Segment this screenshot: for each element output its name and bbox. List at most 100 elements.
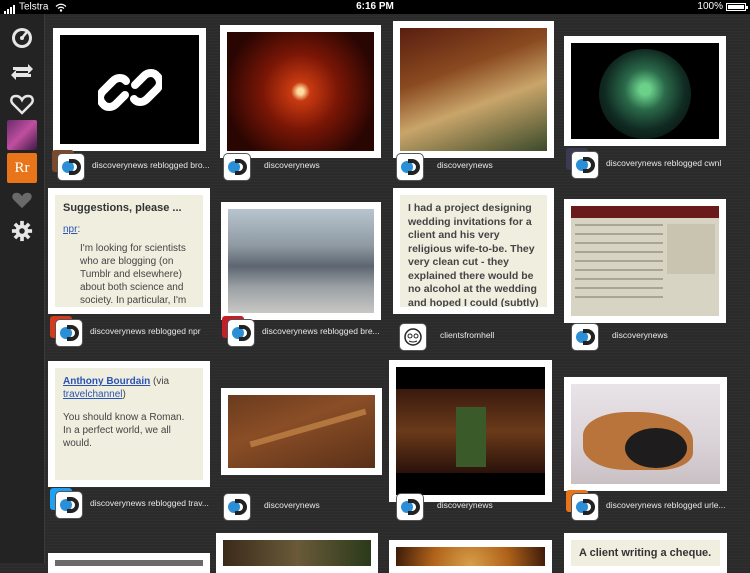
discovery-logo-icon (572, 494, 598, 520)
reblog-button[interactable] (8, 58, 36, 86)
post-meta-text: discoverynews reblogged trav... (90, 498, 209, 508)
post-photo[interactable] (221, 202, 381, 320)
post-source: npr: (63, 223, 195, 236)
attribution-end: ) (122, 389, 126, 400)
post-body: Suggestions, please ... npr: I'm looking… (55, 195, 203, 307)
post-meta[interactable]: discoverynews (224, 150, 320, 180)
avatar-stack (222, 316, 256, 346)
settings-button[interactable] (8, 217, 36, 245)
clientsfromhell-avatar-icon (400, 324, 426, 350)
post-image (571, 43, 719, 139)
post-image (60, 35, 199, 144)
post-text[interactable]: A client writing a cheque. (564, 533, 727, 573)
post-meta[interactable]: discoverynews (572, 320, 668, 350)
post-title: A client writing a cheque. (579, 547, 712, 559)
post-text[interactable]: I had a project designing wedding invita… (393, 188, 554, 314)
dashboard-icon (12, 28, 32, 48)
attribution-text: (via (150, 376, 170, 387)
post-image (396, 547, 545, 566)
avatar-stack (566, 490, 600, 520)
post-meta[interactable]: discoverynews (397, 490, 493, 520)
likes-button[interactable] (8, 90, 36, 118)
post-partial[interactable] (48, 553, 210, 573)
post-photo[interactable] (564, 199, 726, 323)
heart-outline-icon (10, 94, 34, 115)
post-meta[interactable]: discoverynews reblogged trav... (50, 488, 209, 518)
avatar-stack (50, 316, 84, 346)
avatar-stack (224, 490, 258, 520)
avatar-user[interactable] (7, 120, 37, 150)
post-image (223, 540, 371, 566)
reblog-icon (11, 64, 33, 80)
battery: 100% (697, 0, 748, 14)
post-partial[interactable] (389, 540, 552, 573)
post-meta-text: clientsfromhell (440, 330, 495, 340)
post-title: Suggestions, please ... (63, 202, 182, 214)
avatar-stack (397, 490, 431, 520)
dashboard-button[interactable] (8, 24, 36, 52)
discovery-logo-icon (397, 494, 423, 520)
post-image (227, 32, 374, 151)
avatar-rr[interactable]: Rr (7, 153, 37, 183)
gear-icon (11, 220, 33, 242)
discovery-logo-icon (224, 494, 250, 520)
discovery-logo-icon (572, 324, 598, 350)
post-image (396, 367, 545, 495)
source-link[interactable]: npr (63, 224, 77, 235)
post-attribution: Anthony Bourdain (via travelchannel) (63, 375, 195, 401)
post-meta-text: discoverynews (437, 160, 493, 170)
post-meta[interactable]: discoverynews reblogged npr (50, 316, 201, 346)
post-text[interactable]: Anthony Bourdain (via travelchannel) You… (48, 361, 210, 487)
post-meta-text: discoverynews reblogged urle... (606, 500, 726, 510)
post-photo[interactable] (221, 388, 382, 475)
post-link[interactable] (53, 28, 206, 151)
chain-link-icon (97, 68, 162, 111)
post-meta-text: discoverynews reblogged bre... (262, 326, 380, 336)
discovery-logo-icon (228, 320, 254, 346)
post-meta[interactable]: discoverynews (224, 490, 320, 520)
via-link[interactable]: travelchannel (63, 389, 122, 400)
author-link[interactable]: Anthony Bourdain (63, 376, 150, 387)
discovery-logo-icon (224, 154, 250, 180)
discovery-logo-icon (572, 152, 598, 178)
post-meta[interactable]: discoverynews reblogged bre... (222, 316, 380, 346)
favorites-button[interactable] (8, 186, 36, 214)
post-meta-text: discoverynews (264, 500, 320, 510)
battery-icon (726, 3, 748, 11)
source-suffix: : (77, 224, 81, 235)
post-photo[interactable] (220, 25, 381, 158)
post-meta[interactable]: discoverynews reblogged urle... (566, 490, 726, 520)
avatar-stack (50, 488, 84, 518)
sidebar: Rr (0, 14, 45, 563)
post-photo[interactable] (393, 21, 554, 158)
post-image (55, 560, 203, 566)
avatar-rr-label: Rr (14, 159, 30, 176)
post-image (571, 384, 720, 484)
post-partial[interactable] (216, 533, 378, 573)
avatar-stack (397, 150, 431, 180)
discovery-logo-icon (56, 492, 82, 518)
post-meta-text: discoverynews reblogged cwnl (606, 158, 722, 168)
post-photo[interactable] (564, 377, 727, 491)
post-image (228, 209, 374, 313)
post-body: Anthony Bourdain (via travelchannel) You… (55, 368, 203, 480)
discovery-logo-icon (397, 154, 423, 180)
post-meta[interactable]: clientsfromhell (400, 320, 494, 350)
post-meta[interactable]: discoverynews (397, 150, 493, 180)
post-body: A client writing a cheque. (571, 540, 720, 566)
post-meta-text: discoverynews (264, 160, 320, 170)
battery-label: 100% (697, 1, 723, 12)
post-photo[interactable] (564, 36, 726, 146)
post-text[interactable]: Suggestions, please ... npr: I'm looking… (48, 188, 210, 314)
post-image (571, 206, 719, 316)
heart-filled-icon (12, 192, 32, 209)
post-meta[interactable]: discoverynews reblogged cwnl (566, 148, 721, 178)
post-meta[interactable]: discoverynews reblogged bro... (52, 150, 210, 180)
avatar-stack (572, 320, 606, 350)
discovery-logo-icon (56, 320, 82, 346)
post-photo[interactable] (389, 360, 552, 502)
post-quote: You should know a Roman. In a perfect wo… (63, 412, 185, 449)
status-bar: Telstra 6:16 PM 100% (0, 0, 750, 14)
post-meta-text: discoverynews reblogged npr (90, 326, 201, 336)
post-meta-text: discoverynews reblogged bro... (92, 160, 210, 170)
